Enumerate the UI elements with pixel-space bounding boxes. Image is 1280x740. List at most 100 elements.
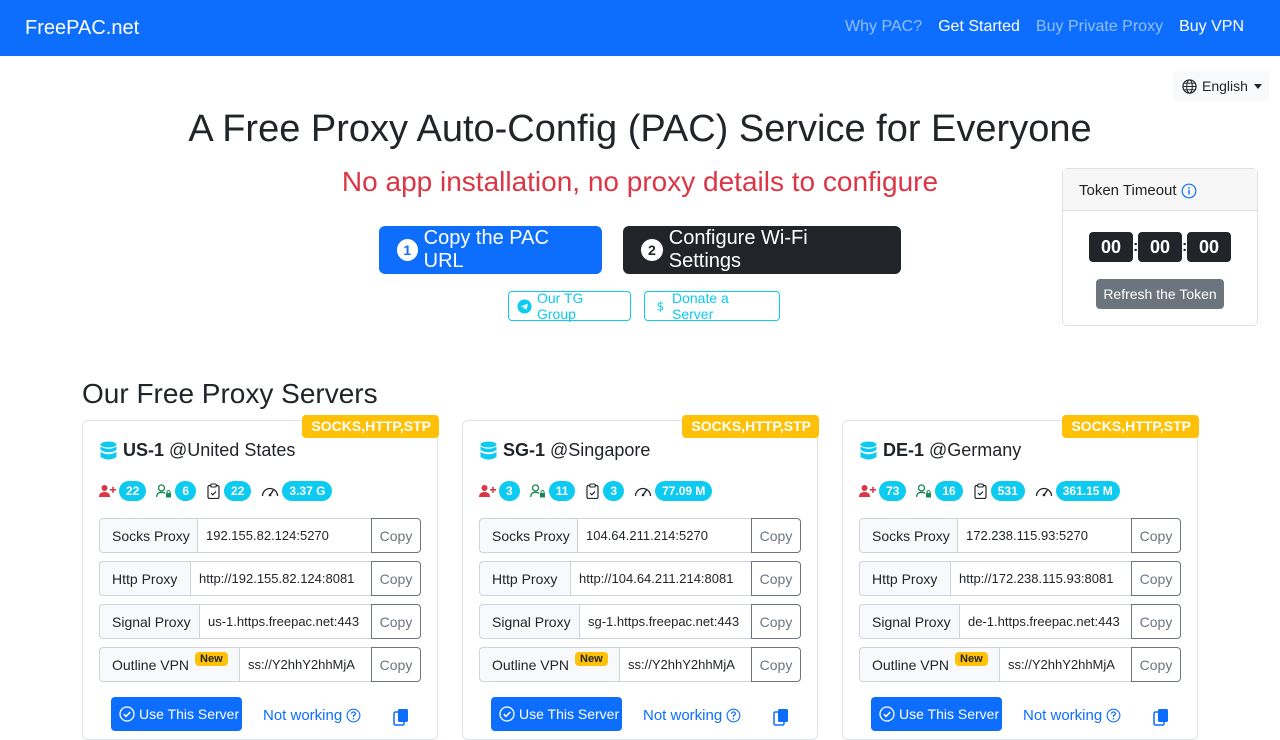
signal-label: Signal Proxy	[859, 604, 959, 639]
not-working-link[interactable]: Not working	[1023, 707, 1121, 724]
copy-outline-button[interactable]: Copy	[751, 647, 801, 682]
question-circle-icon	[726, 708, 741, 723]
http-value-field[interactable]: http://192.155.82.124:8081	[190, 561, 372, 596]
use-this-server-button[interactable]: Use This Server	[871, 697, 1002, 731]
server-location: @United States	[169, 440, 296, 460]
stat-clipboard: 531	[973, 481, 1025, 501]
info-icon[interactable]	[1181, 183, 1197, 199]
online-count: 6	[175, 481, 197, 501]
new-badge: New	[195, 651, 228, 666]
outline-value-field[interactable]: ss://Y2hhY2hhMjA	[999, 647, 1132, 682]
http-label: Http Proxy	[859, 561, 950, 596]
outline-label: Outline VPN New	[859, 647, 999, 682]
copy-outline-button[interactable]: Copy	[1131, 647, 1181, 682]
http-proxy-row: Http Proxy http://104.64.211.214:8081 Co…	[479, 561, 801, 596]
stat-online: 11	[529, 481, 576, 501]
copy-socks-button[interactable]: Copy	[371, 518, 421, 553]
signal-value-field[interactable]: us-1.https.freepac.net:443	[199, 604, 372, 639]
step-number-badge: 2	[641, 239, 663, 261]
traffic-amount: 361.15 M	[1055, 481, 1120, 501]
signal-proxy-row: Signal Proxy us-1.https.freepac.net:443 …	[99, 604, 421, 639]
token-timeout-header: Token Timeout	[1063, 169, 1257, 211]
copy-signal-button[interactable]: Copy	[751, 604, 801, 639]
not-working-link[interactable]: Not working	[263, 707, 361, 724]
user-lock-icon	[156, 484, 172, 498]
online-count: 16	[935, 481, 963, 501]
server-name: SG-1	[503, 440, 546, 460]
nav-why-pac[interactable]: Why PAC?	[845, 18, 922, 36]
timer-hours: 00	[1089, 232, 1133, 262]
copy-pac-url-label: Copy the PAC URL	[423, 227, 549, 272]
language-dropdown[interactable]: English	[1173, 71, 1269, 101]
users-icon	[99, 484, 116, 498]
donate-server-button[interactable]: $ Donate a Server	[644, 290, 780, 322]
copy-signal-button[interactable]: Copy	[371, 604, 421, 639]
http-value-field[interactable]: http://104.64.211.214:8081	[570, 561, 752, 596]
nav-get-started[interactable]: Get Started	[938, 18, 1020, 36]
dollar-icon: $	[653, 299, 667, 313]
copy-http-button[interactable]: Copy	[1131, 561, 1181, 596]
tg-group-button[interactable]: Our TG Group	[508, 290, 631, 322]
clipboard-count: 3	[603, 481, 625, 501]
outline-proxy-row: Outline VPN New ss://Y2hhY2hhMjA Copy	[859, 647, 1181, 682]
protocol-badge: SOCKS,HTTP,STP	[302, 415, 439, 438]
socks-value-field[interactable]: 172.238.115.93:5270	[957, 518, 1132, 553]
server-stats: 73 16 531 361.15 M	[859, 481, 1130, 501]
copy-http-button[interactable]: Copy	[371, 561, 421, 596]
donate-server-label: Donate a Server	[672, 290, 729, 322]
nav-buy-private-proxy[interactable]: Buy Private Proxy	[1036, 18, 1163, 36]
server-location: @Germany	[929, 440, 1022, 460]
signal-value-field[interactable]: sg-1.https.freepac.net:443	[579, 604, 752, 639]
outline-label: Outline VPN New	[99, 647, 239, 682]
copy-signal-button[interactable]: Copy	[1131, 604, 1181, 639]
outline-value-field[interactable]: ss://Y2hhY2hhMjA	[239, 647, 372, 682]
not-working-link[interactable]: Not working	[643, 707, 741, 724]
http-proxy-row: Http Proxy http://172.238.115.93:8081 Co…	[859, 561, 1181, 596]
online-count: 11	[548, 481, 576, 501]
copy-icon[interactable]	[1151, 707, 1171, 727]
http-proxy-row: Http Proxy http://192.155.82.124:8081 Co…	[99, 561, 421, 596]
speedometer-icon	[1035, 484, 1053, 498]
http-label: Http Proxy	[479, 561, 570, 596]
copy-socks-button[interactable]: Copy	[751, 518, 801, 553]
copy-http-button[interactable]: Copy	[751, 561, 801, 596]
stat-users: 3	[479, 481, 520, 501]
question-circle-icon	[346, 708, 361, 723]
http-value-field[interactable]: http://172.238.115.93:8081	[950, 561, 1132, 596]
refresh-token-button[interactable]: Refresh the Token	[1096, 279, 1224, 309]
socks-value-field[interactable]: 104.64.211.214:5270	[577, 518, 752, 553]
users-count: 73	[879, 481, 907, 501]
servers-section-title: Our Free Proxy Servers	[82, 378, 378, 409]
server-location: @Singapore	[550, 440, 651, 460]
user-lock-icon	[529, 484, 546, 498]
copy-icon[interactable]	[771, 707, 791, 727]
clipboard-icon	[973, 483, 988, 499]
configure-wifi-label: Configure Wi-Fi Settings	[668, 227, 808, 272]
copy-icon[interactable]	[391, 707, 411, 727]
signal-value-field[interactable]: de-1.https.freepac.net:443	[959, 604, 1132, 639]
outline-proxy-row: Outline VPN New ss://Y2hhY2hhMjA Copy	[479, 647, 801, 682]
language-label: English	[1202, 78, 1248, 94]
users-count: 3	[499, 481, 520, 501]
copy-outline-button[interactable]: Copy	[371, 647, 421, 682]
socks-value-field[interactable]: 192.155.82.124:5270	[197, 518, 372, 553]
use-this-server-button[interactable]: Use This Server	[491, 697, 622, 731]
users-icon	[479, 484, 496, 498]
copy-socks-button[interactable]: Copy	[1131, 518, 1181, 553]
configure-wifi-button[interactable]: 2 Configure Wi-Fi Settings	[623, 226, 901, 274]
telegram-icon	[517, 298, 532, 314]
use-this-server-button[interactable]: Use This Server	[111, 697, 242, 731]
signal-proxy-row: Signal Proxy sg-1.https.freepac.net:443 …	[479, 604, 801, 639]
stat-online: 6	[156, 481, 197, 501]
nav-buy-vpn[interactable]: Buy VPN	[1179, 18, 1244, 36]
step-number-badge: 1	[397, 239, 418, 261]
brand-logo[interactable]: FreePAC.net	[25, 17, 139, 40]
server-card: SOCKS,HTTP,STP SG-1 @Singapore 3 11 3 77…	[462, 415, 819, 740]
outline-value-field[interactable]: ss://Y2hhY2hhMjA	[619, 647, 752, 682]
page-title: A Free Proxy Auto-Config (PAC) Service f…	[188, 108, 1092, 150]
copy-pac-url-button[interactable]: 1 Copy the PAC URL	[379, 226, 602, 274]
not-working-label: Not working	[643, 707, 723, 724]
server-header: SG-1 @Singapore	[480, 440, 650, 461]
not-working-label: Not working	[1023, 707, 1103, 724]
stat-users: 73	[859, 481, 907, 501]
